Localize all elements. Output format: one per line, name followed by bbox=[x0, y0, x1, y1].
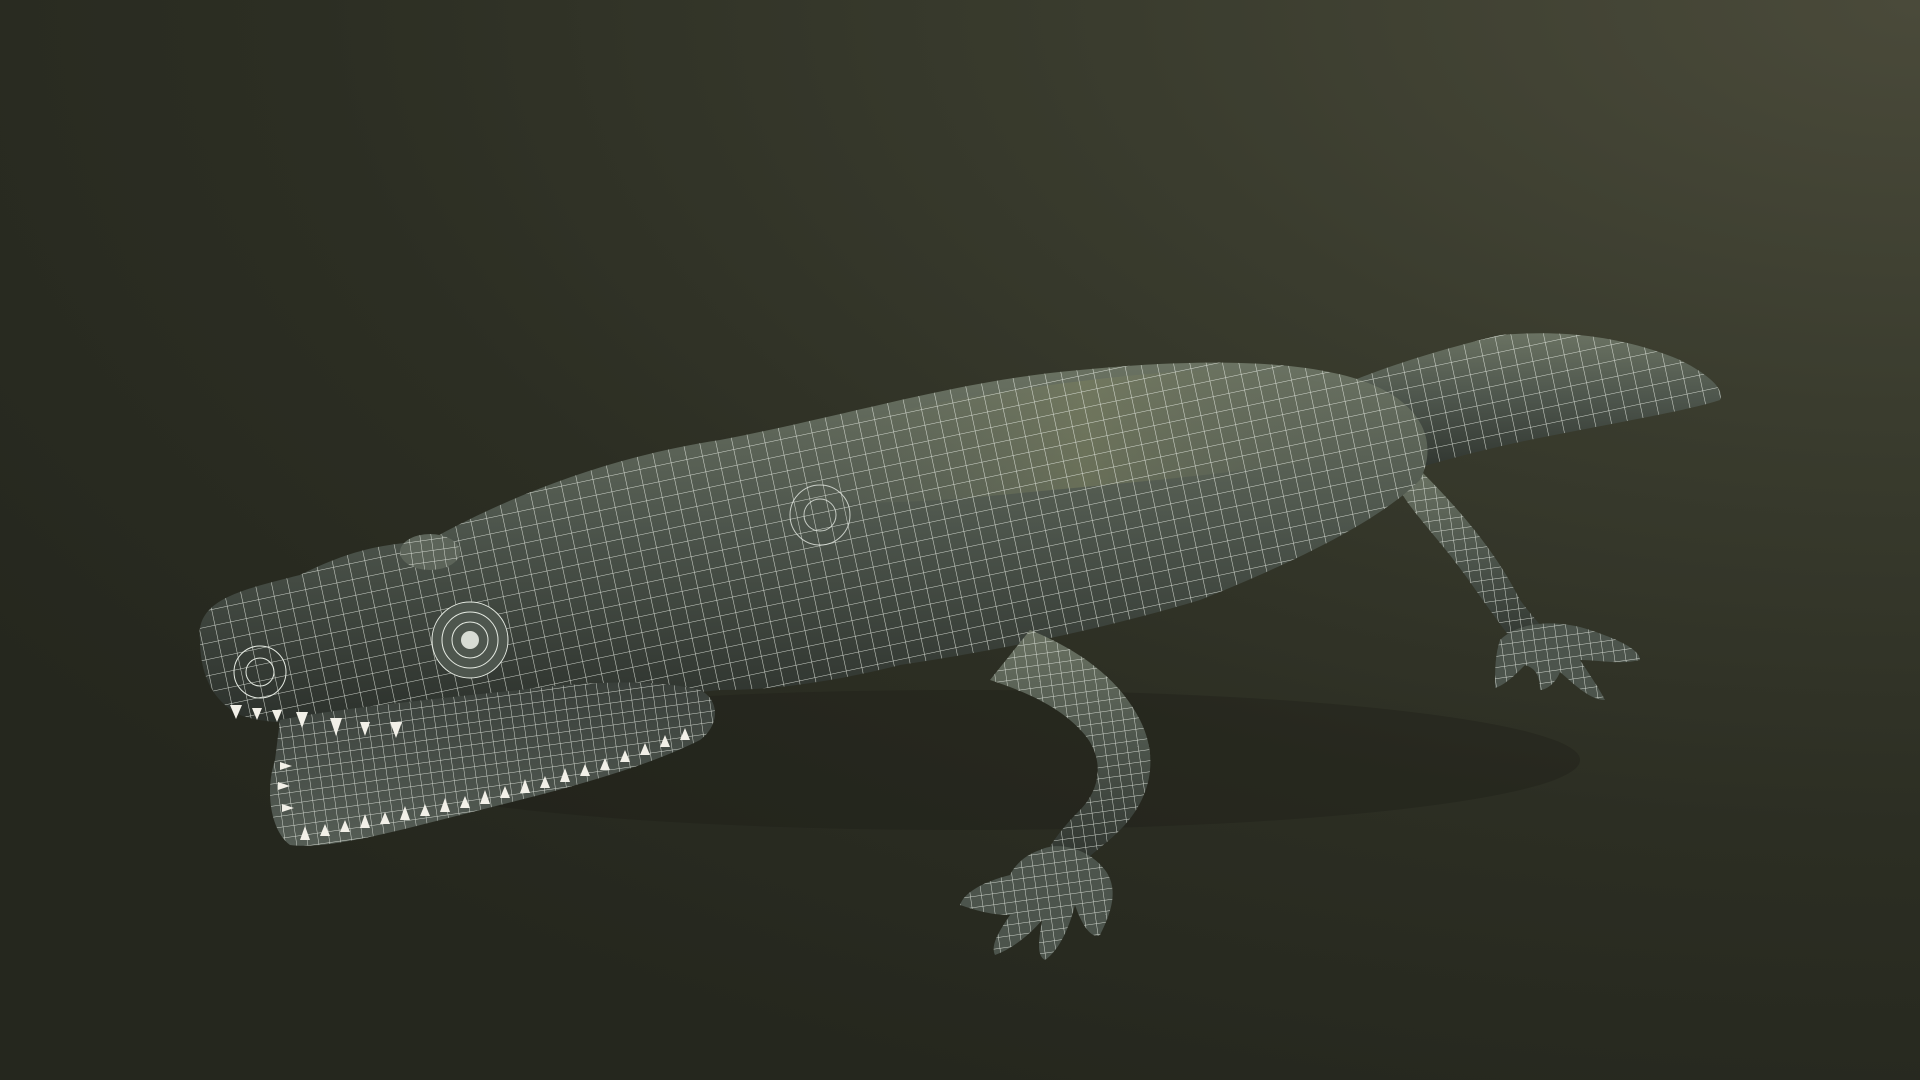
viewport-background bbox=[0, 0, 1920, 1080]
hind-leg bbox=[1400, 470, 1640, 700]
creature-render bbox=[199, 333, 1721, 960]
body bbox=[199, 362, 1428, 724]
eye bbox=[431, 601, 509, 679]
